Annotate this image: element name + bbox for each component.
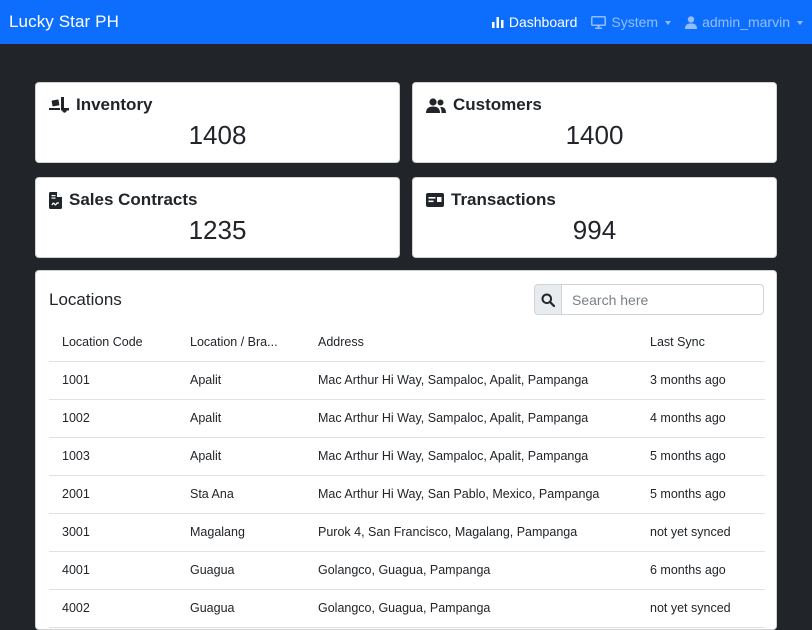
last-sync-cell: not yet synced xyxy=(637,589,765,628)
customers-count: 1400 xyxy=(565,120,624,150)
truck-loading-icon xyxy=(49,97,69,113)
nav-system-dropdown[interactable]: System xyxy=(591,14,672,30)
transactions-card-header: Transactions xyxy=(426,190,556,210)
inventory-label: Inventory xyxy=(76,95,153,114)
location-branch-cell: Sta Ana xyxy=(177,475,305,514)
sales-contracts-card-header: Sales Contracts xyxy=(49,190,198,210)
address-cell: Golangco, Guagua, Pampanga xyxy=(305,589,637,628)
sales-contracts-label: Sales Contracts xyxy=(69,190,198,209)
location-branch-cell: Apalit xyxy=(177,399,305,438)
transactions-count: 994 xyxy=(572,215,617,245)
address-cell: Mac Arthur Hi Way, San Pablo, Mexico, Pa… xyxy=(305,475,637,514)
inventory-card-header: Inventory xyxy=(49,95,153,115)
location-code-cell: 1001 xyxy=(49,361,177,400)
location-code-cell: 4002 xyxy=(49,589,177,628)
chevron-down-icon xyxy=(665,20,672,25)
address-cell: Mac Arthur Hi Way, Sampaloc, Apalit, Pam… xyxy=(305,437,637,476)
location-code-cell: 1003 xyxy=(49,437,177,476)
last-sync-cell: 4 months ago xyxy=(637,399,765,438)
address-cell: Mac Arthur Hi Way, Sampaloc, Apalit, Pam… xyxy=(305,361,637,400)
user-icon xyxy=(685,15,698,29)
location-branch-cell: Guagua xyxy=(177,589,305,628)
last-sync-cell: 3 months ago xyxy=(637,361,765,400)
brand-logo[interactable]: Lucky Star PH xyxy=(9,12,119,32)
location-branch-cell: Magalang xyxy=(177,513,305,552)
column-header-location-branch[interactable]: Location / Bra... xyxy=(177,323,305,362)
inventory-count: 1408 xyxy=(188,120,247,150)
nav-user-label: admin_marvin xyxy=(702,14,790,30)
nav-dashboard[interactable]: Dashboard xyxy=(491,14,578,30)
location-code-cell: 1002 xyxy=(49,399,177,438)
location-code-cell: 3001 xyxy=(49,513,177,552)
address-cell: Mac Arthur Hi Way, Sampaloc, Apalit, Pam… xyxy=(305,399,637,438)
table-row[interactable]: 2001 Sta Ana Mac Arthur Hi Way, San Pabl… xyxy=(49,475,765,514)
customers-card[interactable]: Customers 1400 xyxy=(412,82,777,163)
monitor-icon xyxy=(591,15,607,29)
table-row[interactable]: 1002 Apalit Mac Arthur Hi Way, Sampaloc,… xyxy=(49,399,765,438)
customers-label: Customers xyxy=(453,95,542,114)
location-branch-cell: Guagua xyxy=(177,551,305,590)
column-header-address[interactable]: Address xyxy=(305,323,637,362)
locations-title: Locations xyxy=(49,290,122,309)
users-icon xyxy=(426,97,446,113)
table-row[interactable]: 1001 Apalit Mac Arthur Hi Way, Sampaloc,… xyxy=(49,361,765,400)
address-cell: Purok 4, San Francisco, Magalang, Pampan… xyxy=(305,513,637,552)
last-sync-cell: 5 months ago xyxy=(637,437,765,476)
nav-system-label: System xyxy=(611,14,659,30)
table-row[interactable]: 4001 Guagua Golangco, Guagua, Pampanga 6… xyxy=(49,551,765,590)
chevron-down-icon xyxy=(797,20,803,25)
money-check-icon xyxy=(426,193,444,207)
nav-dashboard-label: Dashboard xyxy=(508,14,578,30)
table-row[interactable]: 3001 Magalang Purok 4, San Francisco, Ma… xyxy=(49,513,765,552)
search-button[interactable] xyxy=(534,284,562,315)
last-sync-cell: not yet synced xyxy=(637,513,765,552)
last-sync-cell: 5 months ago xyxy=(637,475,765,514)
location-code-cell: 2001 xyxy=(49,475,177,514)
location-branch-cell: Apalit xyxy=(177,361,305,400)
search-icon xyxy=(541,293,555,307)
last-sync-cell: 6 months ago xyxy=(637,551,765,590)
location-code-cell: 4001 xyxy=(49,551,177,590)
sales-contracts-card[interactable]: Sales Contracts 1235 xyxy=(35,177,400,258)
locations-table: Location Code Location / Bra... Address … xyxy=(49,323,765,628)
search-input[interactable] xyxy=(562,284,764,315)
inventory-card[interactable]: Inventory 1408 xyxy=(35,82,400,163)
bar-chart-icon xyxy=(491,17,504,28)
transactions-label: Transactions xyxy=(451,190,556,209)
address-cell: Golangco, Guagua, Pampanga xyxy=(305,551,637,590)
column-header-last-sync[interactable]: Last Sync xyxy=(637,323,765,362)
nav-user-dropdown[interactable]: admin_marvin xyxy=(685,14,803,30)
search-group xyxy=(534,284,764,315)
customers-card-header: Customers xyxy=(426,95,542,115)
sales-contracts-count: 1235 xyxy=(188,215,247,245)
file-contract-icon xyxy=(49,191,62,209)
transactions-card[interactable]: Transactions 994 xyxy=(412,177,777,258)
top-navbar: Lucky Star PH Dashboard System admin_mar… xyxy=(0,0,812,44)
location-branch-cell: Apalit xyxy=(177,437,305,476)
nav-links: Dashboard System admin_marvin xyxy=(491,14,803,30)
column-header-location-code[interactable]: Location Code xyxy=(49,323,177,362)
table-row[interactable]: 1003 Apalit Mac Arthur Hi Way, Sampaloc,… xyxy=(49,437,765,476)
table-row[interactable]: 4002 Guagua Golangco, Guagua, Pampanga n… xyxy=(49,589,765,628)
table-header-row: Location Code Location / Bra... Address … xyxy=(49,323,765,362)
locations-card: Locations Location Code Location / Bra..… xyxy=(35,270,777,630)
